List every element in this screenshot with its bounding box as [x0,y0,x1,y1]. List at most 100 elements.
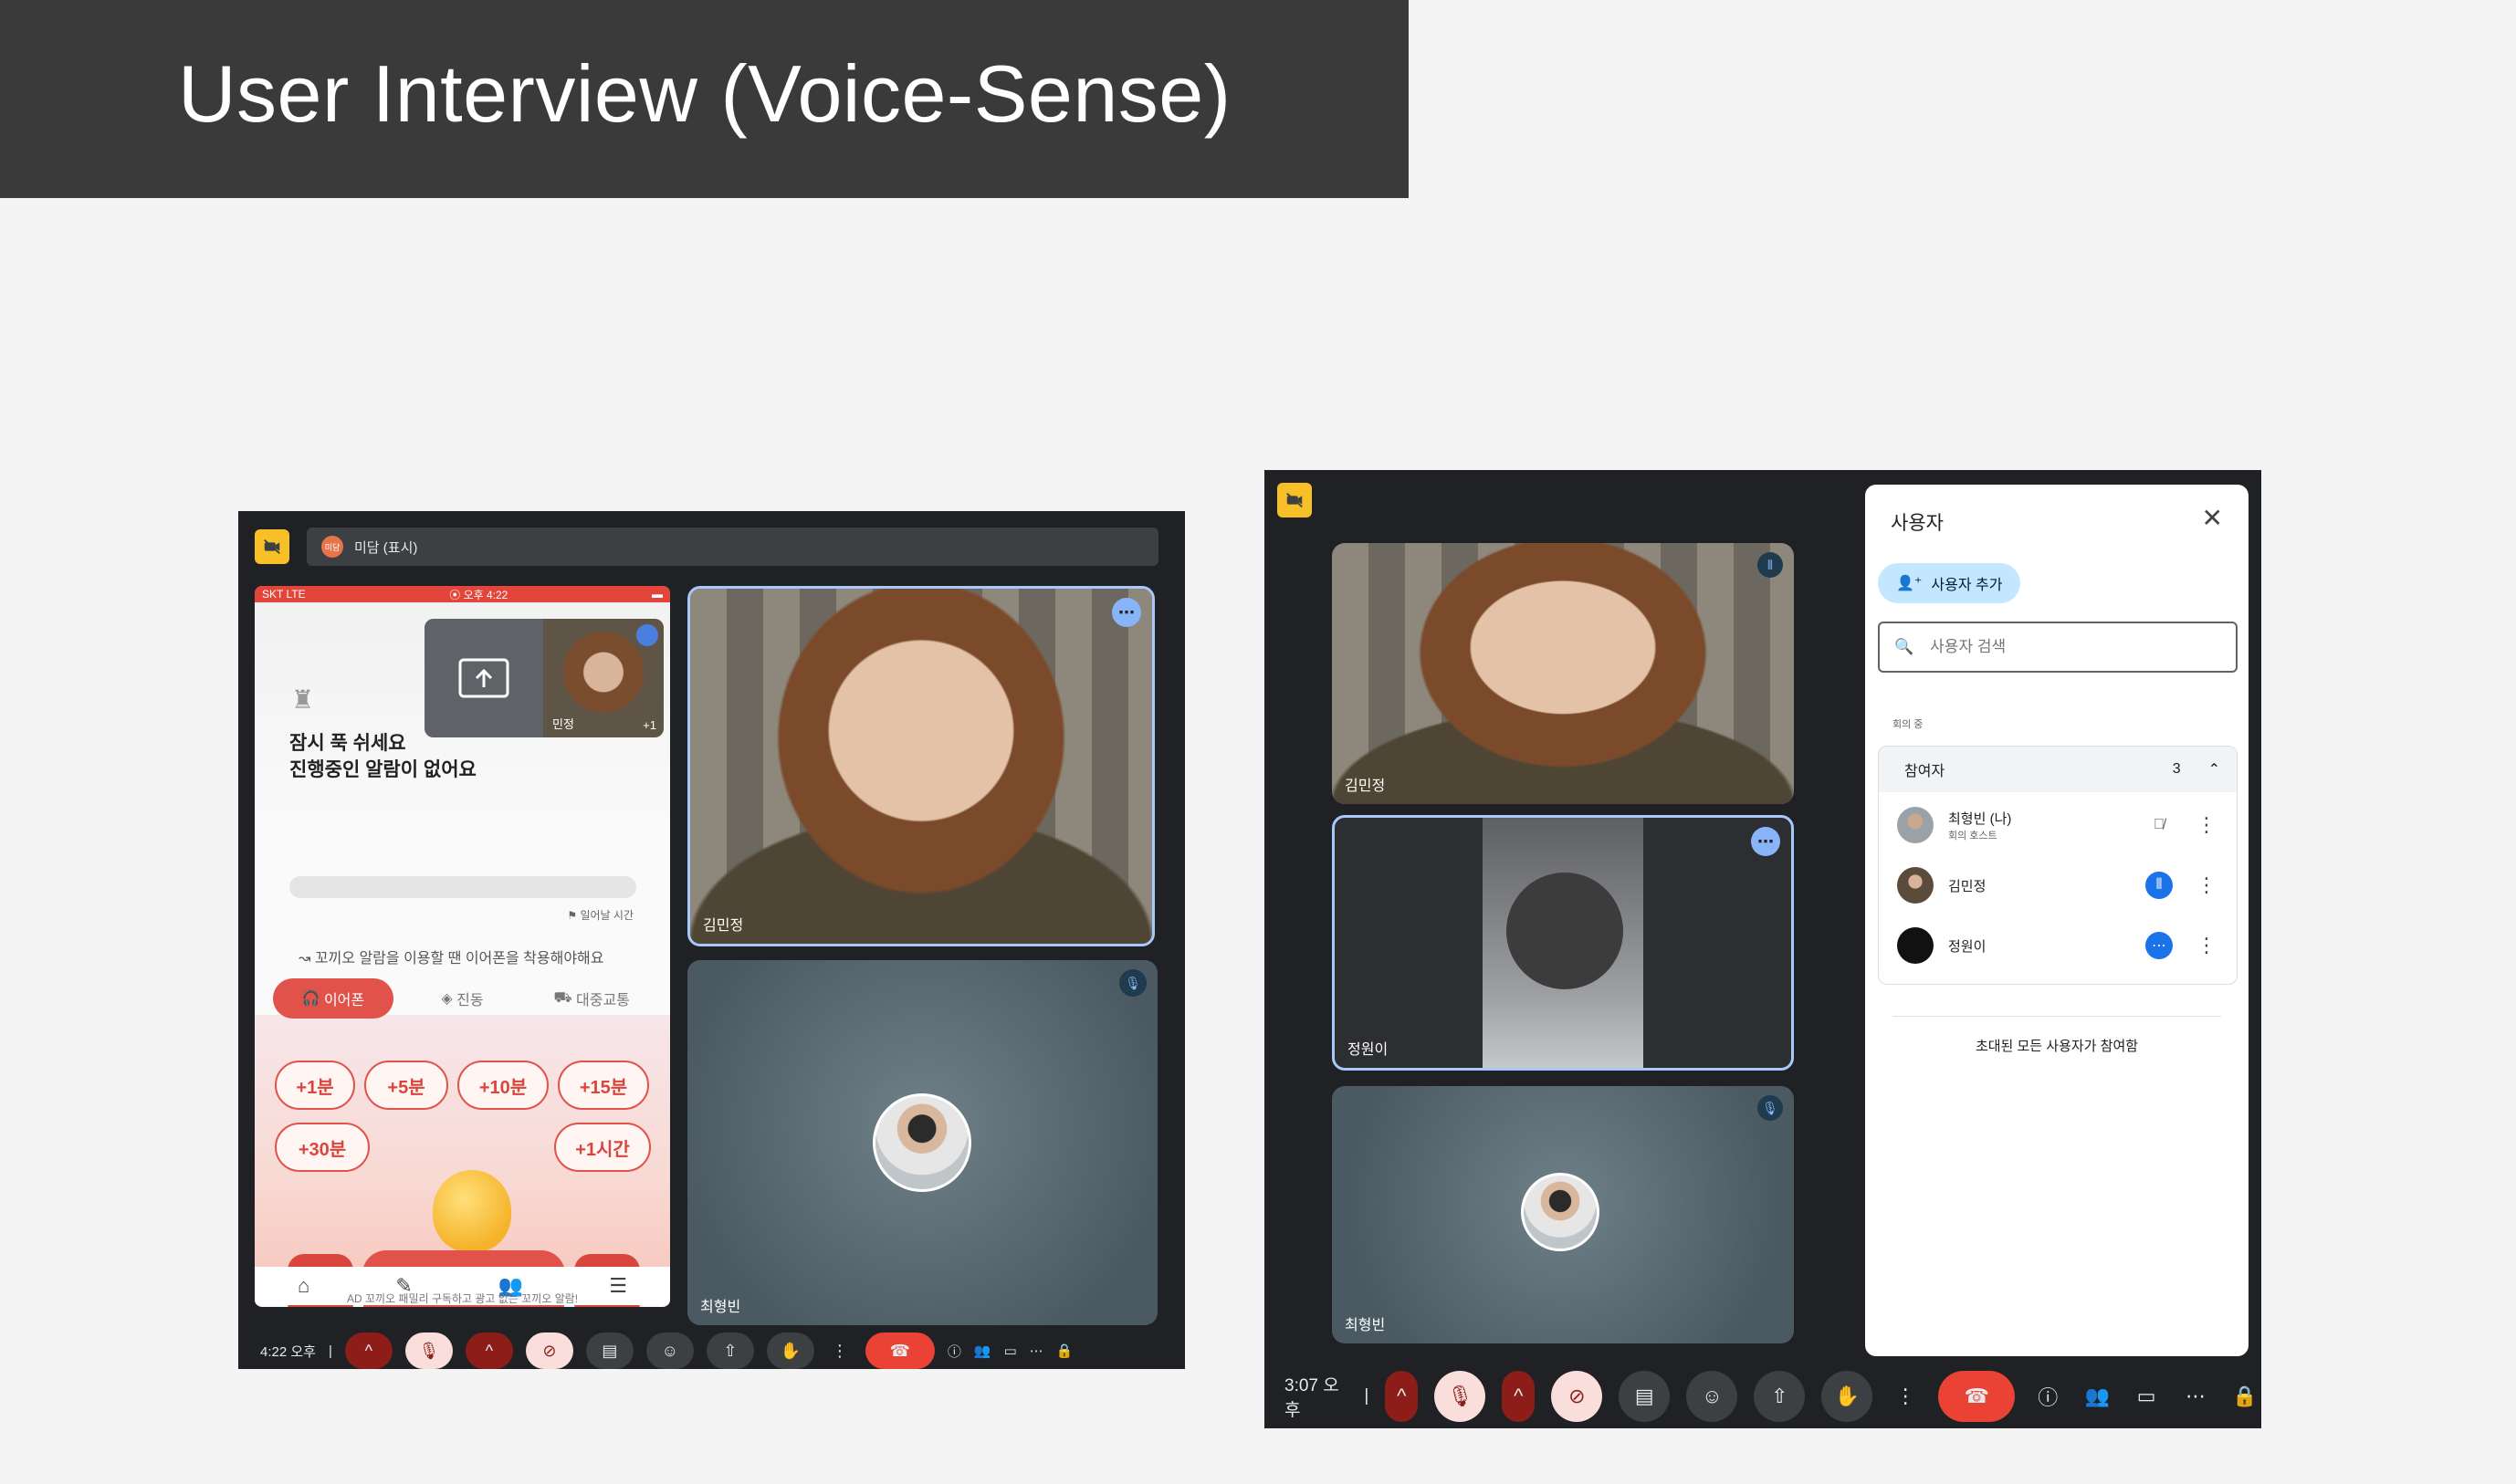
search-field[interactable]: 🔍 [1878,622,2238,673]
people-icon[interactable]: 👥 [2081,1385,2113,1408]
left-meet-screenshot: 미담 미담 (표시) SKT LTE ⦿ 오후 4:22 ▬ ♜ 잠시 푹 쉬세… [238,511,1185,1369]
add-15min-button[interactable]: +15분 [558,1061,649,1110]
face-blur [1506,873,1623,989]
apps-icon[interactable]: ⋯ [1030,1343,1043,1359]
mode-tabs: 🎧 이어폰 ◈ 진동 ⛟ 대중교통 [273,977,652,1020]
more-vert-icon[interactable]: ⋮ [2196,813,2217,837]
avatar [1521,1173,1599,1251]
meet-toolbar: 4:22 오후 | ^ 🎙 ^ ⊘ ▤ ☺ ⇧ ✋ ⋮ ☎ ⓘ 👥 ▭ ⋯ 🔒 [238,1332,1185,1369]
add-user-button[interactable]: 👤⁺ 사용자 추가 [1878,563,2021,603]
more-vert-icon[interactable]: ⋮ [1889,1385,1922,1408]
carrier-text: SKT LTE [262,588,306,601]
more-vert-icon[interactable]: ⋮ [827,1332,853,1369]
phone-screen-share: SKT LTE ⦿ 오후 4:22 ▬ ♜ 잠시 푹 쉬세요 진행중인 알람이 … [255,586,670,1307]
mic-toggle-button[interactable]: 🎙 [1434,1371,1486,1422]
info-icon[interactable]: ⓘ [948,1342,961,1361]
ad-banner[interactable]: AD 꼬끼오 패밀리 구독하고 광고 없는 꼬끼오 알람! [255,1291,670,1306]
chat-icon[interactable]: ▭ [2130,1385,2163,1408]
close-icon[interactable]: ✕ [2202,503,2223,533]
separator: | [1364,1386,1369,1406]
camera-options-button[interactable]: ^ [1502,1371,1536,1422]
add-10min-button[interactable]: +10분 [457,1061,549,1110]
add-30min-button[interactable]: +30분 [275,1123,370,1172]
captions-icon[interactable]: ▤ [1619,1371,1671,1422]
info-icon[interactable]: ⓘ [2031,1382,2064,1411]
more-options-icon[interactable]: ⋯ [1751,827,1780,856]
search-icon: 🔍 [1894,638,1914,655]
presentation-bar[interactable]: 미담 미담 (표시) [307,528,1158,566]
camera-toggle-button[interactable]: ⊘ [525,1332,573,1369]
duck-mascot-icon [433,1170,511,1252]
add-1hour-button[interactable]: +1시간 [554,1123,651,1172]
add-1min-button[interactable]: +1분 [275,1061,355,1110]
apps-icon[interactable]: ⋯ [2179,1385,2212,1408]
chat-icon[interactable]: ▭ [1004,1343,1017,1359]
mode-vibrate[interactable]: ◈ 진동 [403,978,523,1019]
people-icon[interactable]: 👥 [974,1343,991,1359]
phone-clock: ⦿ 오후 4:22 [449,588,508,601]
alarm-header: ♜ 잠시 푹 쉬세요 진행중인 알람이 없어요 민정 +1 [255,602,670,831]
title-banner: User Interview (Voice-Sense) [0,0,1409,198]
raise-hand-icon[interactable]: ✋ [1821,1371,1873,1422]
participants-list: 참여자 3 ⌃ 최형빈 (나) 회의 호스트 🎙̸ ⋮ 김민정 ⦀ ⋮ 정원이 … [1878,746,2238,985]
avatar [1897,807,1934,843]
chevron-up-icon[interactable]: ⌃ [2208,760,2220,779]
divider [1892,1016,2221,1017]
emoji-icon[interactable]: ☺ [645,1332,694,1369]
camera-toggle-button[interactable]: ⊘ [1551,1371,1603,1422]
participant-name: 최형빈 [1345,1318,1386,1333]
avatar [1897,867,1934,904]
avatar [873,1093,971,1192]
people-panel: 사용자 ✕ 👤⁺ 사용자 추가 🔍 회의 중 참여자 3 ⌃ 최형빈 (나) 회… [1865,485,2249,1356]
more-options-icon[interactable]: ⋯ [2145,932,2173,959]
raise-hand-icon[interactable]: ✋ [766,1332,814,1369]
add-5min-button[interactable]: +5분 [364,1061,448,1110]
lock-icon[interactable]: 🔒 [1056,1343,1074,1359]
participants-count: 3 [2172,761,2181,777]
mode-transit[interactable]: ⛟ 대중교통 [531,978,652,1019]
emoji-icon[interactable]: ☺ [1686,1371,1738,1422]
preview-name: 민정 [552,717,574,731]
leave-call-button[interactable]: ☎ [1938,1371,2016,1422]
participants-header[interactable]: 참여자 3 ⌃ [1879,747,2237,792]
camera-off-icon[interactable] [1277,483,1312,517]
alarm-progress-bar [289,876,636,898]
participant-tile-kim-minjung[interactable]: ⦀ 김민정 [1332,543,1794,804]
mic-off-icon: 🎙 [1757,1095,1783,1121]
participant-tile-kim-minjung[interactable]: ⋯ 김민정 [687,586,1155,946]
participant-name: 정원이 [1347,1042,1389,1058]
leave-call-button[interactable]: ☎ [865,1332,935,1369]
mic-off-icon[interactable]: 🎙̸ [2145,811,2173,839]
participant-tile-jung-wonee[interactable]: ⋯ 정원이 [1332,815,1794,1071]
more-vert-icon[interactable]: ⋮ [2196,934,2217,957]
present-icon[interactable]: ⇧ [706,1332,754,1369]
lock-icon[interactable]: 🔒 [2228,1385,2261,1408]
earphone-note: ↝ 꼬끼오 알람을 이용할 땐 이어폰을 착용해야해요 [299,951,604,967]
participant-row[interactable]: 최형빈 (나) 회의 호스트 🎙̸ ⋮ [1879,798,2238,852]
participant-row[interactable]: 정원이 ⋯ ⋮ [1879,918,2238,973]
search-input[interactable] [1930,638,2205,656]
participant-tile-choi-hyungbin[interactable]: 🎙 최형빈 [687,960,1158,1325]
presenter-avatar: 미담 [321,536,343,558]
mic-options-button[interactable]: ^ [344,1332,393,1369]
mode-earphone[interactable]: 🎧 이어폰 [273,978,393,1019]
participant-name: 김민정 [703,918,744,934]
self-preview-tile[interactable]: 민정 +1 [425,619,664,737]
meet-toolbar: 3:07 오후 | ^ 🎙 ^ ⊘ ▤ ☺ ⇧ ✋ ⋮ ☎ ⓘ 👥 ▭ ⋯ 🔒 [1264,1364,2261,1428]
present-icon[interactable]: ⇧ [1754,1371,1806,1422]
mic-toggle-button[interactable]: 🎙 [404,1332,453,1369]
participant-tile-choi-hyungbin[interactable]: 🎙 최형빈 [1332,1086,1794,1343]
more-options-icon[interactable]: ⋯ [1112,598,1141,627]
panel-title: 사용자 [1891,513,1944,534]
camera-options-button[interactable]: ^ [465,1332,513,1369]
separator: | [328,1343,332,1359]
participant-name: 최형빈 [700,1300,741,1315]
participant-row[interactable]: 김민정 ⦀ ⋮ [1879,858,2238,913]
speaking-indicator-icon: ⦀ [1757,552,1783,578]
camera-off-icon[interactable] [255,529,289,564]
more-vert-icon[interactable]: ⋮ [2196,873,2217,897]
meeting-clock: 4:22 오후 [260,1343,316,1360]
captions-icon[interactable]: ▤ [585,1332,634,1369]
mic-options-button[interactable]: ^ [1385,1371,1419,1422]
participant-video [1332,543,1794,804]
